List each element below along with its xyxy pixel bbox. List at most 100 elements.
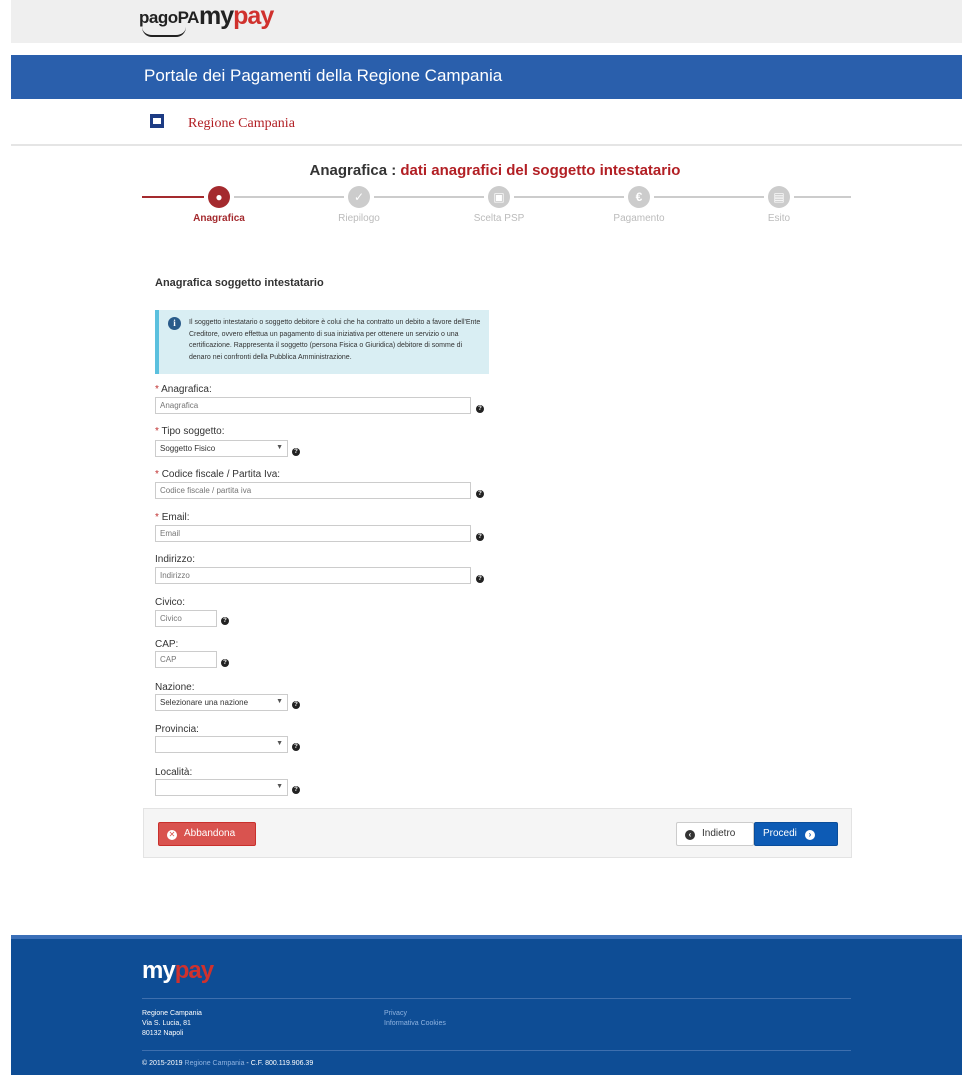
- provincia-select[interactable]: ▼: [155, 736, 288, 753]
- chevron-right-icon: ›: [804, 830, 815, 840]
- cap-label: CAP:: [155, 639, 179, 650]
- required-mark: *: [155, 426, 159, 437]
- footer-address: Regione Campania Via S. Lucia, 81 80132 …: [142, 1009, 202, 1039]
- footer-copyright: © 2015-2019 Regione Campania - C.F. 800.…: [142, 1060, 313, 1067]
- help-icon[interactable]: ?: [476, 490, 484, 498]
- step-label: Pagamento: [613, 213, 665, 224]
- email-field[interactable]: [155, 525, 471, 542]
- footer-mypay-logo: mypay: [142, 957, 214, 985]
- help-icon[interactable]: ?: [221, 617, 229, 625]
- check-icon: ✓: [348, 186, 370, 208]
- footer-links: Privacy Informativa Cookies: [384, 1009, 446, 1029]
- abbandona-label: Abbandona: [184, 828, 236, 839]
- mypay-logo-my: my: [199, 2, 234, 30]
- pagopa-logo-text: pagoPA: [139, 8, 199, 27]
- help-icon[interactable]: ?: [221, 659, 229, 667]
- help-icon[interactable]: ?: [476, 405, 484, 413]
- document-icon: ▤: [768, 186, 790, 208]
- step-scelta-psp: ▣ Scelta PSP: [449, 186, 549, 224]
- indirizzo-label: Indirizzo:: [155, 554, 196, 565]
- form-actions: ✕ Abbandona ‹ Indietro Procedi ›: [143, 808, 852, 858]
- copyright-suffix: - C.F. 800.119.906.39: [244, 1060, 314, 1067]
- help-icon[interactable]: ?: [292, 448, 300, 456]
- tipo-soggetto-select[interactable]: Soggetto Fisico ▼: [155, 440, 288, 457]
- anagrafica-input[interactable]: [155, 397, 471, 414]
- chevron-down-icon: ▼: [276, 783, 283, 790]
- required-mark: *: [155, 512, 159, 523]
- footer-address-line: Via S. Lucia, 81: [142, 1020, 191, 1027]
- chevron-down-icon: ▼: [276, 740, 283, 747]
- user-icon: ●: [208, 186, 230, 208]
- provincia-label: Provincia:: [155, 724, 199, 735]
- civico-label: Civico:: [155, 597, 186, 608]
- chevron-down-icon: ▼: [276, 698, 283, 705]
- localita-select[interactable]: ▼: [155, 779, 288, 796]
- required-mark: *: [155, 469, 159, 480]
- copyright-prefix: © 2015-2019: [142, 1060, 185, 1067]
- mypay-logo[interactable]: mypay: [199, 2, 274, 31]
- indirizzo-input[interactable]: [155, 567, 471, 584]
- tipo-soggetto-label: * Tipo soggetto:: [155, 426, 225, 437]
- nazione-select[interactable]: Selezionare una nazione ▼: [155, 694, 288, 711]
- anagrafica-label-text: Anagrafica:: [161, 384, 212, 395]
- euro-icon: €: [628, 186, 650, 208]
- bank-icon: ▣: [488, 186, 510, 208]
- footer-divider: [142, 1050, 851, 1051]
- step-riepilogo: ✓ Riepilogo: [309, 186, 409, 224]
- step-label: Esito: [767, 213, 791, 224]
- step-label: Riepilogo: [338, 213, 380, 224]
- footer: mypay Regione Campania Via S. Lucia, 81 …: [11, 939, 962, 1075]
- footer-logo-pay: pay: [174, 957, 214, 984]
- help-icon[interactable]: ?: [292, 743, 300, 751]
- info-text: Il soggetto intestatario o soggetto debi…: [189, 319, 481, 361]
- codice-fiscale-label-text: Codice fiscale / Partita Iva:: [161, 469, 281, 480]
- help-icon[interactable]: ?: [476, 533, 484, 541]
- help-icon[interactable]: ?: [476, 575, 484, 583]
- step-label: Anagrafica: [193, 213, 245, 224]
- localita-label: Località:: [155, 767, 193, 778]
- indietro-label: Indietro: [702, 828, 736, 839]
- indietro-button[interactable]: ‹ Indietro: [676, 822, 754, 846]
- footer-address-line: Regione Campania: [142, 1010, 202, 1017]
- required-mark: *: [155, 384, 159, 395]
- page-title-sub: dati anagrafici del soggetto intestatari…: [400, 162, 681, 179]
- step-label: Scelta PSP: [473, 213, 525, 224]
- chevron-down-icon: ▼: [276, 444, 283, 451]
- portal-title-bar: Portale dei Pagamenti della Regione Camp…: [11, 55, 962, 99]
- close-icon: ✕: [167, 830, 177, 840]
- pagopa-smile-icon: [142, 27, 186, 37]
- info-icon: i: [168, 317, 181, 330]
- help-icon[interactable]: ?: [292, 786, 300, 794]
- footer-logo-my: my: [142, 957, 176, 984]
- region-crest-icon: [150, 114, 164, 128]
- cookies-link[interactable]: Informativa Cookies: [384, 1019, 446, 1029]
- wizard-steps: ● Anagrafica ✓ Riepilogo ▣ Scelta PSP € …: [142, 186, 851, 226]
- tipo-soggetto-label-text: Tipo soggetto:: [161, 426, 225, 437]
- nazione-label: Nazione:: [155, 682, 195, 693]
- info-alert: i Il soggetto intestatario o soggetto de…: [155, 310, 489, 374]
- abbandona-button[interactable]: ✕ Abbandona: [158, 822, 256, 846]
- privacy-link[interactable]: Privacy: [384, 1009, 446, 1019]
- chevron-left-icon: ‹: [685, 830, 695, 840]
- cap-input[interactable]: [155, 651, 217, 668]
- email-label: * Email:: [155, 512, 189, 523]
- portal-title[interactable]: Portale dei Pagamenti della Regione Camp…: [144, 66, 502, 86]
- civico-input[interactable]: [155, 610, 217, 627]
- pagopa-logo[interactable]: pagoPA: [139, 8, 199, 37]
- codice-fiscale-input[interactable]: [155, 482, 471, 499]
- copyright-region-link[interactable]: Regione Campania: [185, 1060, 245, 1067]
- mypay-logo-pay: pay: [233, 2, 274, 30]
- step-esito: ▤ Esito: [729, 186, 829, 224]
- section-title: Anagrafica soggetto intestatario: [155, 277, 324, 289]
- procedi-button[interactable]: Procedi ›: [754, 822, 838, 846]
- footer-divider: [142, 998, 851, 999]
- page-title-main: Anagrafica :: [309, 162, 401, 179]
- anagrafica-label: * Anagrafica:: [155, 384, 212, 395]
- brand-bar: pagoPA mypay: [11, 0, 962, 43]
- help-icon[interactable]: ?: [292, 701, 300, 709]
- region-name[interactable]: Regione Campania: [188, 116, 295, 132]
- step-pagamento: € Pagamento: [589, 186, 689, 224]
- nazione-value: Selezionare una nazione: [160, 698, 249, 707]
- footer-address-line: 80132 Napoli: [142, 1030, 184, 1037]
- divider: [11, 144, 962, 146]
